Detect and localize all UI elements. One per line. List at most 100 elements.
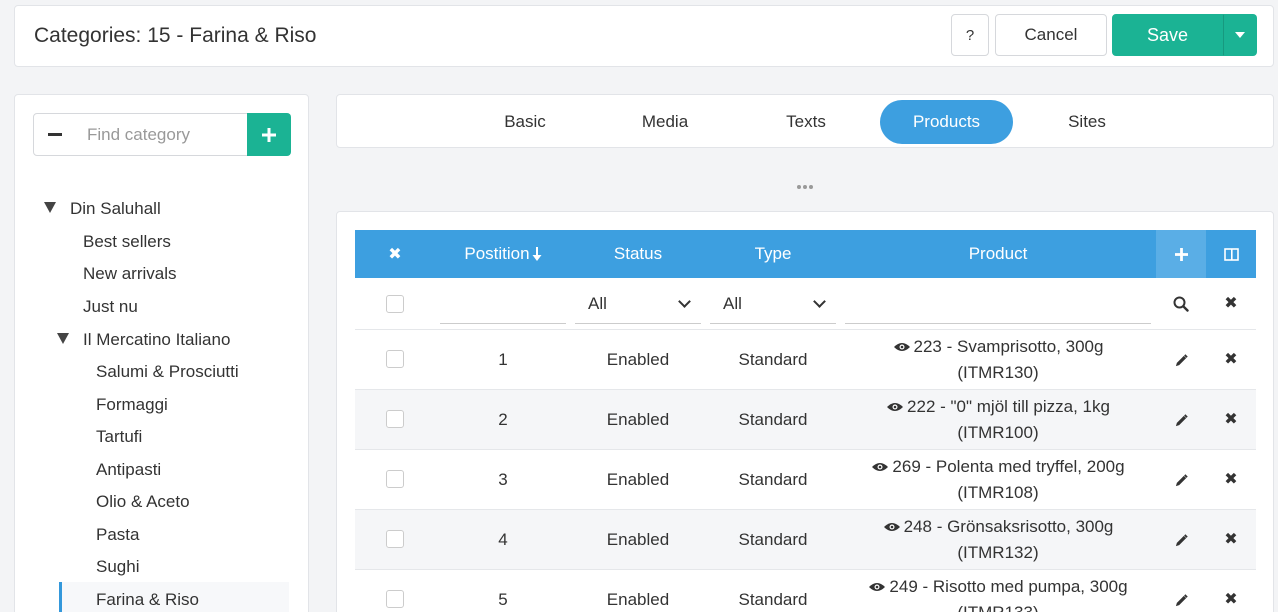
row-product[interactable]: 222 - "0" mjöl till pizza, 1kg (ITMR100) (845, 390, 1151, 450)
row-checkbox[interactable] (386, 350, 404, 368)
row-type: Standard (738, 470, 808, 489)
row-product[interactable]: 223 - Svamprisotto, 300g (ITMR130) (845, 330, 1151, 390)
search-button[interactable] (1156, 278, 1206, 330)
tree-item-il-mercatino-italiano[interactable]: Il Mercatino Italiano (57, 328, 230, 352)
row-status: Enabled (606, 410, 670, 429)
chevron-down-icon (678, 295, 691, 308)
add-category-button[interactable] (247, 113, 291, 156)
drag-handle-icon[interactable] (796, 181, 814, 190)
column-header-type[interactable]: Type (710, 230, 836, 278)
columns-toggle-button[interactable] (1206, 230, 1256, 278)
position-filter-input[interactable] (440, 284, 566, 324)
plus-icon (262, 127, 276, 142)
save-button[interactable]: Save (1112, 14, 1223, 56)
find-category-input[interactable] (75, 113, 248, 156)
table-row[interactable]: 2 Enabled Standard 222 - "0" mjöl till p… (355, 390, 1256, 450)
filter-row: All All ✖ (355, 278, 1256, 330)
pencil-icon (1175, 353, 1188, 366)
close-icon: ✖ (1224, 411, 1238, 428)
clear-filters-button[interactable]: ✖ (1206, 278, 1256, 330)
collapse-all-button[interactable] (33, 113, 76, 156)
close-icon: ✖ (388, 246, 402, 263)
remove-button[interactable]: ✖ (1206, 570, 1256, 612)
row-type: Standard (738, 590, 808, 609)
row-type: Standard (738, 350, 808, 369)
sort-down-icon (532, 247, 542, 261)
tree-item-din-saluhall[interactable]: Din Saluhall (44, 197, 161, 221)
column-header-position[interactable]: Postition (440, 230, 566, 278)
tree-item-pasta[interactable]: Pasta (96, 523, 139, 547)
status-filter-select[interactable]: All (575, 284, 701, 324)
row-checkbox[interactable] (386, 470, 404, 488)
remove-button[interactable]: ✖ (1206, 390, 1256, 450)
row-checkbox[interactable] (386, 530, 404, 548)
column-header-product[interactable]: Product (845, 230, 1151, 278)
eye-icon (869, 583, 886, 591)
remove-button[interactable]: ✖ (1206, 330, 1256, 390)
table-row[interactable]: 1 Enabled Standard 223 - Svamprisotto, 3… (355, 330, 1256, 390)
page-title: Categories: 15 - Farina & Riso (34, 24, 317, 47)
pencil-icon (1175, 473, 1188, 486)
category-sidebar (14, 94, 309, 612)
tree-item-olio-aceto[interactable]: Olio & Aceto (96, 490, 190, 514)
caret-down-icon (1235, 32, 1245, 38)
chevron-down-icon (813, 295, 826, 308)
type-filter-select[interactable]: All (710, 284, 836, 324)
tab-sites[interactable]: Sites (1032, 100, 1142, 144)
row-status: Enabled (606, 590, 670, 609)
eye-icon (887, 403, 904, 411)
close-icon: ✖ (1224, 295, 1238, 312)
edit-button[interactable] (1156, 390, 1206, 450)
remove-button[interactable]: ✖ (1206, 450, 1256, 510)
page-header: Categories: 15 - Farina & Riso ? Cancel … (14, 5, 1274, 67)
tab-bar: Basic Media Texts Products Sites (336, 94, 1274, 148)
tab-media[interactable]: Media (610, 100, 720, 144)
pencil-icon (1175, 413, 1188, 426)
tree-item-tartufi[interactable]: Tartufi (96, 425, 142, 449)
remove-button[interactable]: ✖ (1206, 510, 1256, 570)
table-row[interactable]: 4 Enabled Standard 248 - Grönsaksrisotto… (355, 510, 1256, 570)
row-checkbox[interactable] (386, 590, 404, 608)
table-row[interactable]: 5 Enabled Standard 249 - Risotto med pum… (355, 570, 1256, 612)
table-row[interactable]: 3 Enabled Standard 269 - Polenta med try… (355, 450, 1256, 510)
tab-texts[interactable]: Texts (751, 100, 861, 144)
expanded-triangle-icon (44, 202, 56, 213)
tree-item-antipasti[interactable]: Antipasti (96, 458, 161, 482)
add-product-button[interactable] (1156, 230, 1206, 278)
tree-item-sughi[interactable]: Sughi (96, 555, 139, 579)
save-dropdown-button[interactable] (1223, 14, 1257, 56)
tree-item-formaggi[interactable]: Formaggi (96, 393, 168, 417)
table-header: ✖ Postition Status Type Product (355, 230, 1256, 278)
edit-button[interactable] (1156, 330, 1206, 390)
edit-button[interactable] (1156, 570, 1206, 612)
row-product[interactable]: 269 - Polenta med tryffel, 200g (ITMR108… (845, 450, 1151, 510)
help-button[interactable]: ? (951, 14, 989, 56)
product-filter-input[interactable] (845, 284, 1151, 324)
tree-item-farina-riso[interactable]: Farina & Riso (96, 588, 199, 612)
row-position: 2 (498, 410, 508, 429)
clear-selection-button[interactable]: ✖ (355, 230, 435, 278)
pencil-icon (1175, 533, 1188, 546)
tree-item-best-sellers[interactable]: Best sellers (83, 230, 171, 254)
row-status: Enabled (606, 350, 670, 369)
eye-icon (883, 523, 900, 531)
row-checkbox[interactable] (386, 410, 404, 428)
cancel-button[interactable]: Cancel (995, 14, 1107, 56)
row-product[interactable]: 249 - Risotto med pumpa, 300g (ITMR133) (845, 570, 1151, 612)
row-status: Enabled (606, 470, 670, 489)
tree-item-just-nu[interactable]: Just nu (83, 295, 138, 319)
row-position: 4 (498, 530, 508, 549)
edit-button[interactable] (1156, 450, 1206, 510)
eye-icon (893, 343, 910, 351)
row-position: 1 (498, 350, 508, 369)
edit-button[interactable] (1156, 510, 1206, 570)
tab-basic[interactable]: Basic (470, 100, 580, 144)
column-header-status[interactable]: Status (575, 230, 701, 278)
select-all-checkbox[interactable] (386, 295, 404, 313)
tree-item-salumi[interactable]: Salumi & Prosciutti (96, 360, 239, 384)
row-product[interactable]: 248 - Grönsaksrisotto, 300g (ITMR132) (845, 510, 1151, 570)
tree-item-new-arrivals[interactable]: New arrivals (83, 262, 177, 286)
pencil-icon (1175, 593, 1188, 606)
tab-products[interactable]: Products (880, 100, 1013, 144)
close-icon: ✖ (1224, 591, 1238, 608)
